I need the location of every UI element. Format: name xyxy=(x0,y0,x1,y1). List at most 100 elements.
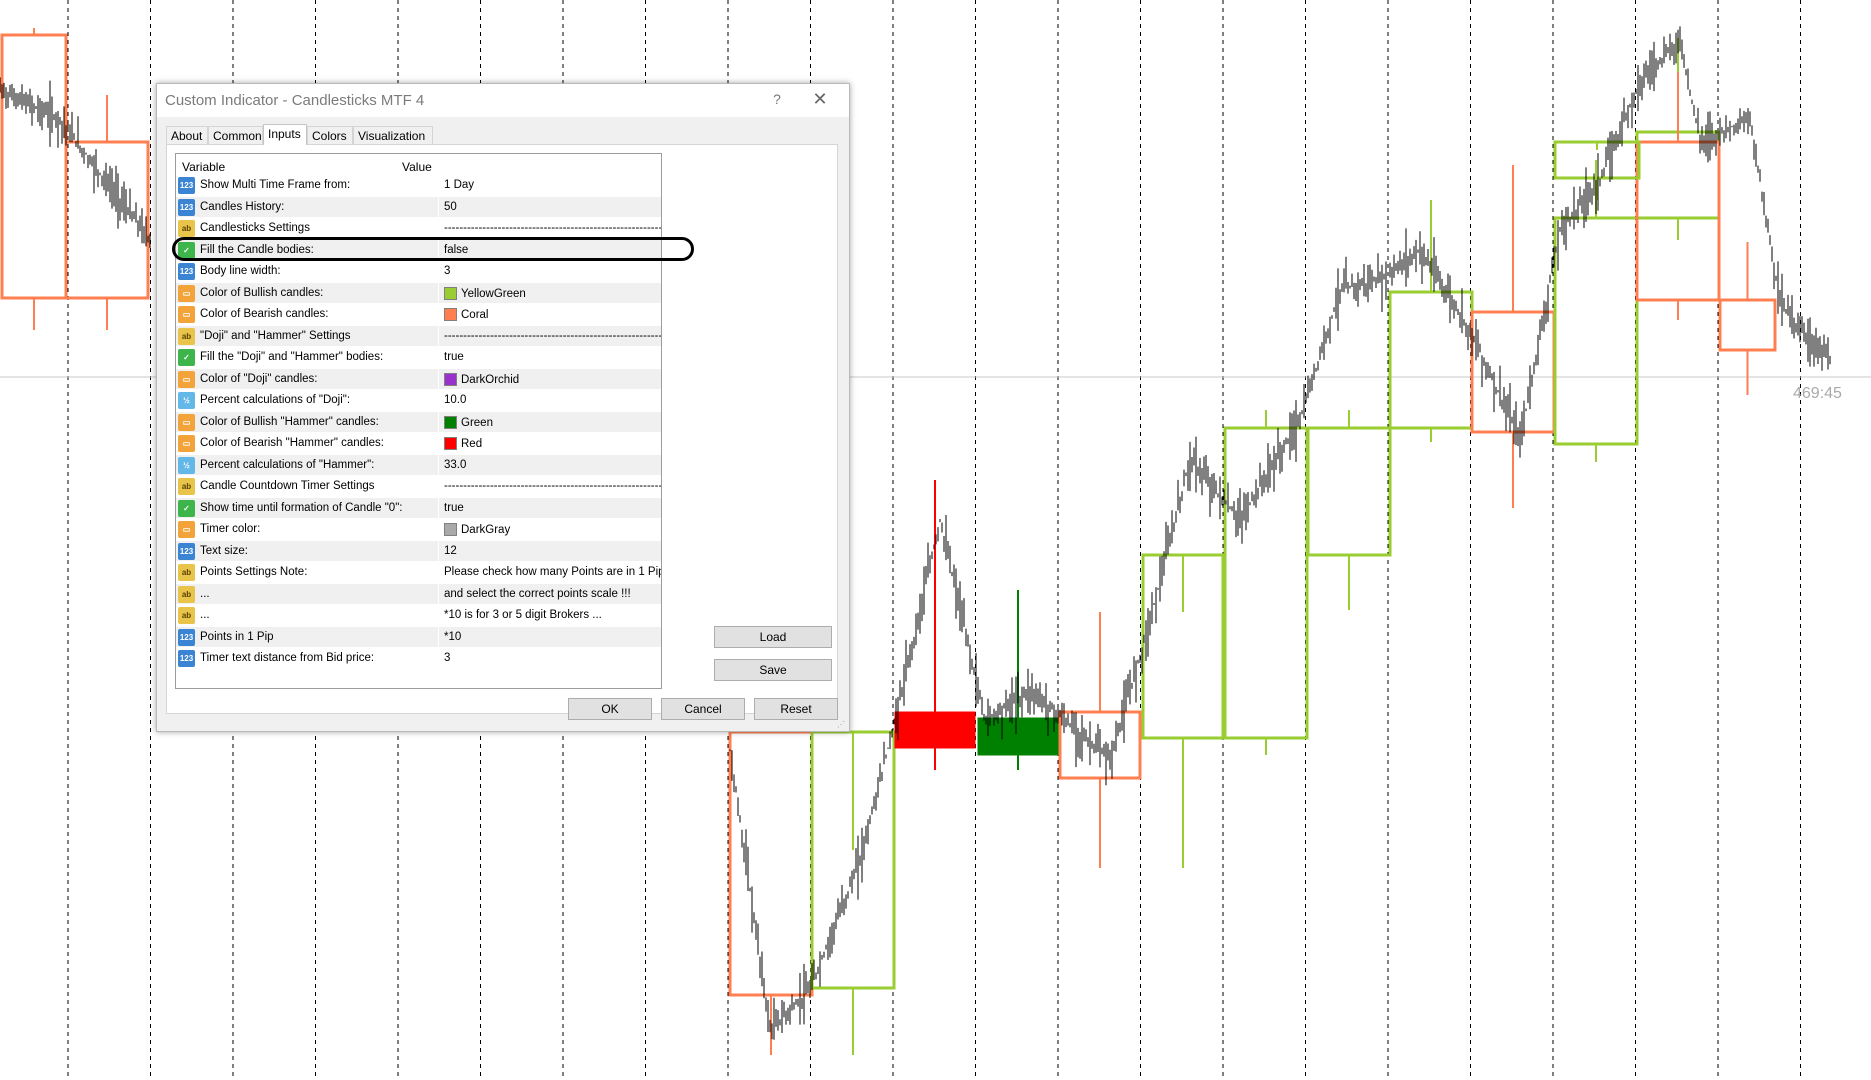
ok-button[interactable]: OK xyxy=(568,698,652,720)
param-type-str-icon: ab xyxy=(178,327,195,345)
parameter-row[interactable]: ab "Doji" and "Hammer" Settings ----------… xyxy=(176,325,662,347)
close-icon[interactable]: ✕ xyxy=(809,89,831,111)
parameter-row[interactable]: ▭ Color of Bearish candles: Coral xyxy=(176,304,661,325)
load-button[interactable]: Load xyxy=(714,626,832,648)
parameter-value-text: ----------------------------------------… xyxy=(444,329,662,342)
parameter-row[interactable]: ▭ Color of "Doji" candles: DarkOrchid xyxy=(176,368,661,390)
parameter-row[interactable]: 123 Body line width: 3 xyxy=(176,261,661,282)
tab-about[interactable]: About xyxy=(166,126,208,144)
parameter-name: Color of Bearish "Hammer" candles: xyxy=(200,437,384,449)
parameter-value[interactable]: Red xyxy=(444,437,482,450)
parameter-name: Color of Bullish candles: xyxy=(200,286,324,299)
parameter-row[interactable]: ab Candle Countdown Timer Settings -------… xyxy=(176,476,661,497)
save-button[interactable]: Save xyxy=(714,659,832,681)
column-divider xyxy=(438,218,439,239)
param-type-col-icon: ▭ xyxy=(178,435,195,452)
parameter-value[interactable]: and select the correct points scale !!! xyxy=(444,588,631,600)
parameter-value[interactable]: DarkOrchid xyxy=(444,372,519,386)
reset-button[interactable]: Reset xyxy=(754,698,838,720)
column-divider xyxy=(438,175,439,196)
question-mark-icon[interactable]: ? xyxy=(767,91,787,109)
parameter-value[interactable]: ----------------------------------------… xyxy=(444,329,662,342)
parameter-value[interactable]: ----------------------------------------… xyxy=(444,222,662,234)
column-divider xyxy=(438,282,439,304)
input-parameters-table[interactable]: Variable Value 123 Show Multi Time Frame … xyxy=(175,153,662,689)
mtf-candle-body xyxy=(1306,426,1392,557)
parameter-value[interactable]: false xyxy=(444,244,468,256)
parameter-value-text: 50 xyxy=(444,200,457,213)
column-divider xyxy=(438,519,439,540)
parameter-row[interactable]: ½ Percent calculations of "Hammer": 33.0 xyxy=(176,454,661,476)
parameter-value[interactable]: *10 xyxy=(444,631,461,643)
parameter-row[interactable]: ab... and select the correct points scale… xyxy=(176,583,661,605)
parameter-row[interactable]: ▭ Color of Bullish candles: YellowGreen xyxy=(176,282,661,304)
parameter-value-text: 1 Day xyxy=(444,179,475,191)
mtf-candle-body xyxy=(0,33,68,300)
parameter-value[interactable]: 50 xyxy=(444,201,457,213)
parameter-row[interactable]: 123 Show Multi Time Frame from: 1 Day xyxy=(176,175,661,196)
parameter-value[interactable]: 12 xyxy=(444,545,457,557)
resize-grip-icon[interactable]: ⋰ xyxy=(837,720,845,729)
parameter-value[interactable]: *10 is for 3 or 5 digit Brokers ... xyxy=(444,609,602,621)
parameter-value[interactable]: 1 Day xyxy=(444,179,474,191)
parameter-value[interactable]: true xyxy=(444,502,464,514)
parameter-value[interactable]: 10.0 xyxy=(444,394,466,406)
column-divider xyxy=(438,454,439,476)
parameter-row[interactable]: ▭ Color of Bullish "Hammer" candles: Green xyxy=(176,411,661,433)
parameter-row[interactable]: ab Candlesticks Settings -----------------… xyxy=(176,218,661,239)
cancel-button[interactable]: Cancel xyxy=(661,698,745,720)
tab-common[interactable]: Common xyxy=(208,126,263,144)
parameter-value[interactable]: 33.0 xyxy=(444,459,466,471)
parameter-value[interactable]: ----------------------------------------… xyxy=(444,480,661,492)
column-divider xyxy=(438,261,439,282)
parameter-row[interactable]: ½ Percent calculations of "Doji": 10.0 xyxy=(176,390,661,411)
tab-colors[interactable]: Colors xyxy=(307,126,353,144)
parameter-row[interactable]: 123 Points in 1 Pip *10 xyxy=(176,626,661,648)
column-divider xyxy=(438,390,439,411)
param-type-str-icon: ab xyxy=(178,607,195,624)
column-divider xyxy=(438,239,439,261)
tab-visualization[interactable]: Visualization xyxy=(353,126,433,144)
parameter-row[interactable]: ▭ Color of Bearish "Hammer" candles: Red xyxy=(176,433,661,454)
candle-countdown-timer: 469:45 xyxy=(1793,385,1842,402)
parameter-value[interactable]: 3 xyxy=(444,265,450,277)
dialog-titlebar[interactable]: Custom Indicator - Candlesticks MTF 4 ? … xyxy=(157,84,849,117)
parameter-name: Color of "Doji" candles: xyxy=(200,372,318,385)
parameter-row[interactable]: ▭ Timer color: DarkGray xyxy=(176,519,661,540)
parameter-value-text: ----------------------------------------… xyxy=(444,222,662,234)
parameter-row[interactable]: 123 Candles History: 50 xyxy=(176,196,661,218)
parameter-name: Percent calculations of "Hammer": xyxy=(200,458,375,471)
parameter-row[interactable]: ✓ Show time until formation of Candle "0"… xyxy=(176,497,661,519)
column-divider xyxy=(438,540,439,562)
parameter-name: Percent calculations of "Doji": xyxy=(200,394,351,406)
parameter-value[interactable]: Please check how many Points are in 1 Pi… xyxy=(444,566,662,578)
parameter-row[interactable]: ab Points Settings Note: Please check how … xyxy=(176,562,661,583)
parameter-value[interactable]: 3 xyxy=(444,652,450,664)
parameter-value-text: Please check how many Points are in 1 Pi… xyxy=(444,566,662,578)
column-divider xyxy=(438,347,439,368)
color-swatch xyxy=(444,372,457,386)
parameter-value[interactable]: YellowGreen xyxy=(444,286,526,300)
parameter-value[interactable]: Green xyxy=(444,415,493,429)
parameter-value[interactable]: true xyxy=(444,351,464,363)
param-type-int-icon: 123 xyxy=(178,263,195,280)
color-swatch xyxy=(444,286,457,300)
parameter-name: Color of Bullish "Hammer" candles: xyxy=(200,415,379,428)
parameter-name: Show Multi Time Frame from: xyxy=(200,179,351,191)
param-type-bool-icon: ✓ xyxy=(178,349,195,366)
parameter-name: Color of Bearish candles: xyxy=(200,308,329,320)
parameter-row[interactable]: ✓ Fill the Candle bodies: false xyxy=(176,239,661,261)
parameter-row[interactable]: 123 Timer text distance from Bid price: 3 xyxy=(176,648,661,669)
parameter-name: Candlesticks Settings xyxy=(200,222,310,234)
parameter-value-text: Red xyxy=(461,438,483,450)
color-swatch xyxy=(444,523,457,536)
param-type-dbl-icon: ½ xyxy=(178,456,195,474)
parameter-row[interactable]: ✓ Fill the "Doji" and "Hammer" bodies: tru… xyxy=(176,347,661,368)
parameter-value-text: 33.0 xyxy=(444,458,467,471)
parameter-row[interactable]: ab... *10 is for 3 or 5 digit Brokers ... xyxy=(176,605,661,626)
parameter-value[interactable]: DarkGray xyxy=(444,523,510,536)
parameter-row[interactable]: 123 Text size: 12 xyxy=(176,540,661,562)
parameter-value[interactable]: Coral xyxy=(444,308,488,321)
tab-inputs[interactable]: Inputs xyxy=(263,124,307,145)
custom-indicator-dialog[interactable]: Custom Indicator - Candlesticks MTF 4 ? … xyxy=(156,83,850,732)
